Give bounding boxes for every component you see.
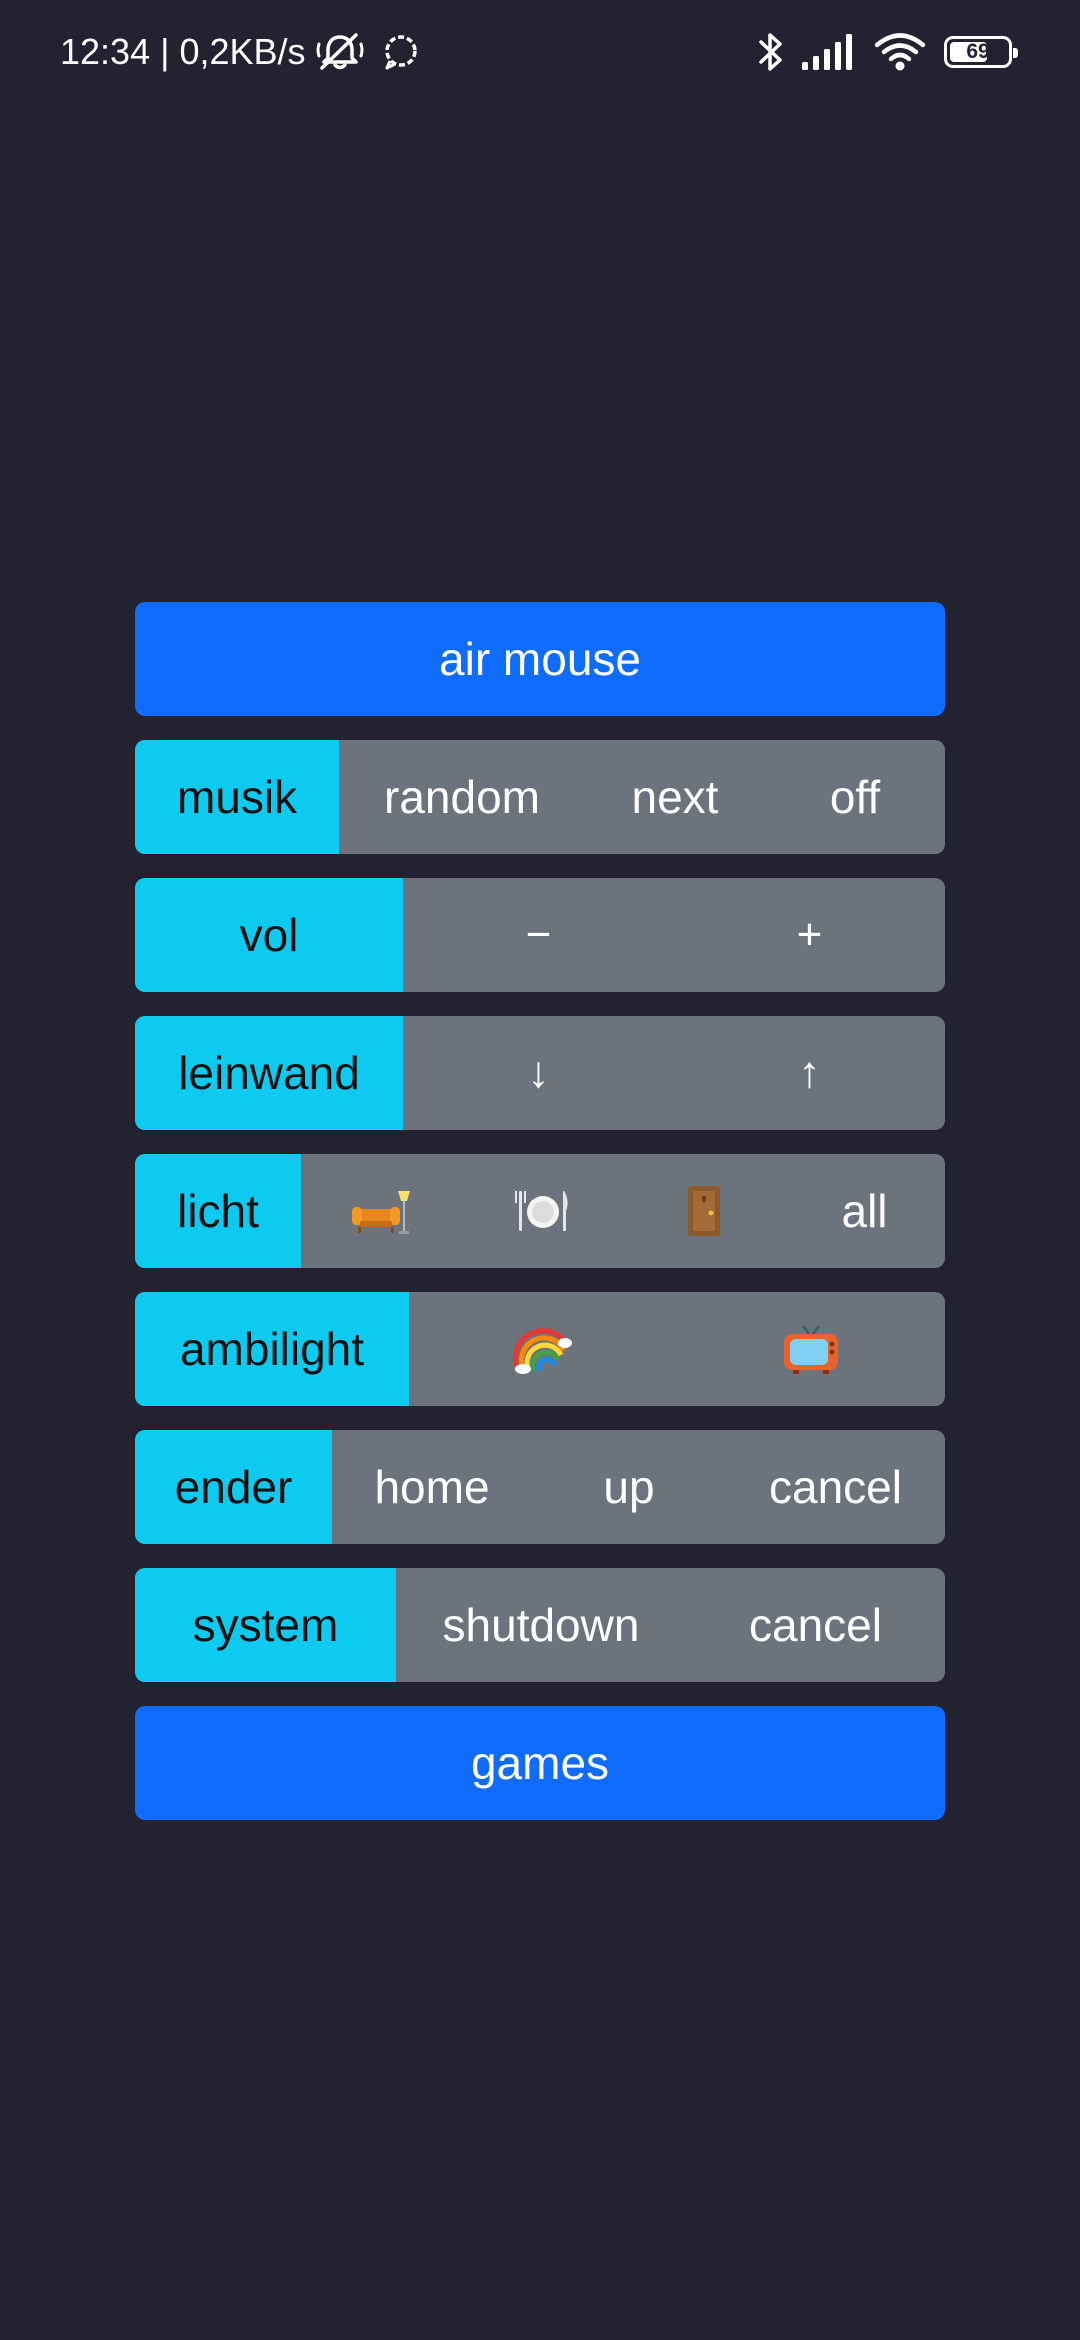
battery-icon: 69 xyxy=(944,36,1018,68)
battery-level: 69 xyxy=(966,40,990,63)
leinwand-buttons: ↓ ↑ xyxy=(403,1016,945,1130)
vol-plus-button[interactable]: + xyxy=(674,878,945,992)
leinwand-row: leinwand ↓ ↑ xyxy=(135,1016,945,1130)
musik-label[interactable]: musik xyxy=(135,740,339,854)
ambilight-label[interactable]: ambilight xyxy=(135,1292,409,1406)
chat-bubble-icon xyxy=(382,33,420,71)
system-label[interactable]: system xyxy=(135,1568,396,1682)
leinwand-up-button[interactable]: ↑ xyxy=(674,1016,945,1130)
battery-cap xyxy=(1013,48,1018,58)
plate-cutlery-icon xyxy=(514,1187,572,1235)
air-mouse-button[interactable]: air mouse xyxy=(135,602,945,716)
licht-all-button[interactable]: all xyxy=(784,1154,945,1268)
system-cancel-button[interactable]: cancel xyxy=(686,1568,945,1682)
musik-off-button[interactable]: off xyxy=(765,740,945,854)
status-time-speed: 12:34 | 0,2KB/s xyxy=(60,31,306,72)
musik-row: musik random next off xyxy=(135,740,945,854)
leinwand-label[interactable]: leinwand xyxy=(135,1016,403,1130)
signal-icon xyxy=(802,34,856,70)
musik-next-button[interactable]: next xyxy=(585,740,765,854)
games-button[interactable]: games xyxy=(135,1706,945,1820)
tv-icon xyxy=(781,1322,841,1376)
musik-random-button[interactable]: random xyxy=(339,740,585,854)
licht-door-button[interactable] xyxy=(623,1154,784,1268)
licht-sofa-button[interactable] xyxy=(301,1154,462,1268)
rainbow-icon xyxy=(513,1323,573,1375)
system-row: system shutdown cancel xyxy=(135,1568,945,1682)
ender-up-button[interactable]: up xyxy=(532,1430,726,1544)
system-shutdown-button[interactable]: shutdown xyxy=(396,1568,686,1682)
status-right: 69 xyxy=(758,28,1018,76)
control-panel: air mouse musik random next off vol − + … xyxy=(135,602,945,1844)
ambilight-row: ambilight xyxy=(135,1292,945,1406)
leinwand-down-button[interactable]: ↓ xyxy=(403,1016,674,1130)
licht-buttons: all xyxy=(301,1154,945,1268)
ambilight-rainbow-button[interactable] xyxy=(409,1292,677,1406)
vol-minus-button[interactable]: − xyxy=(403,878,674,992)
door-icon xyxy=(684,1184,724,1238)
licht-dining-button[interactable] xyxy=(462,1154,623,1268)
wifi-icon xyxy=(874,32,926,72)
ender-row: ender home up cancel xyxy=(135,1430,945,1544)
ender-home-button[interactable]: home xyxy=(332,1430,532,1544)
games-label: games xyxy=(470,1737,610,1789)
ender-label[interactable]: ender xyxy=(135,1430,332,1544)
status-left: 12:34 | 0,2KB/s xyxy=(60,30,420,74)
air-mouse-label: air mouse xyxy=(439,633,641,685)
ender-cancel-button[interactable]: cancel xyxy=(726,1430,945,1544)
musik-buttons: random next off xyxy=(339,740,945,854)
sofa-lamp-icon xyxy=(351,1187,412,1235)
ender-buttons: home up cancel xyxy=(332,1430,945,1544)
ambilight-tv-button[interactable] xyxy=(677,1292,945,1406)
vol-row: vol − + xyxy=(135,878,945,992)
system-buttons: shutdown cancel xyxy=(396,1568,945,1682)
licht-label[interactable]: licht xyxy=(135,1154,301,1268)
vol-buttons: − + xyxy=(403,878,945,992)
ambilight-buttons xyxy=(409,1292,945,1406)
bluetooth-icon xyxy=(758,31,784,73)
status-bar: 12:34 | 0,2KB/s 69 xyxy=(0,0,1080,104)
notifications-off-icon xyxy=(316,32,364,72)
vol-label[interactable]: vol xyxy=(135,878,403,992)
licht-row: licht all xyxy=(135,1154,945,1268)
